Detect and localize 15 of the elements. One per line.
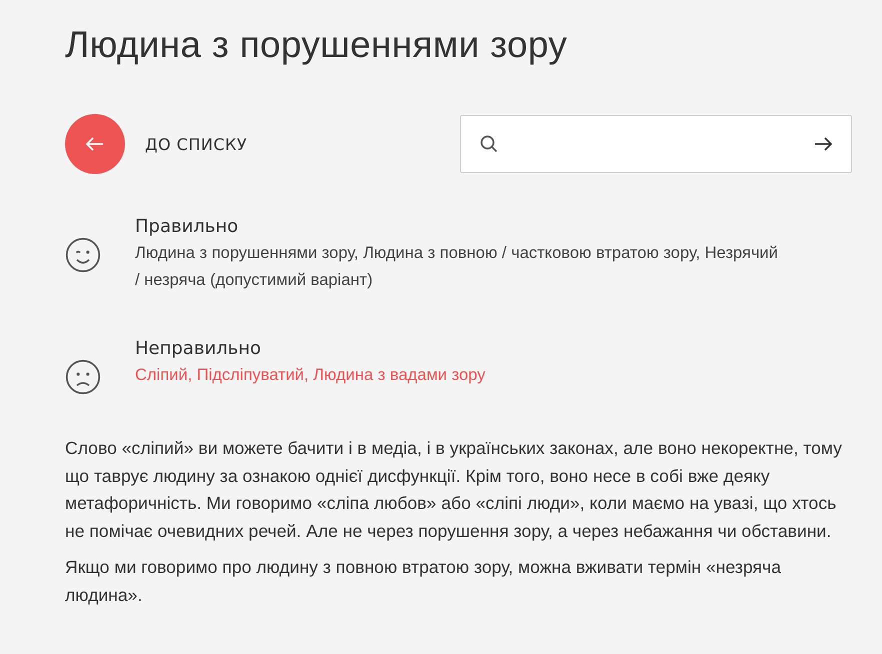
- smiling-face-icon: [65, 237, 101, 273]
- search-icon: [480, 135, 498, 153]
- paragraph: Слово «сліпий» ви можете бачити і в медіа, і в українських законах, але воно некоректне, тому що таврує людину за ознакою однієї дисфункції. Крім того, воно несе в собі вже деяку метафоричність. Ми говоримо «сліпа любов» або «сліпі люди», коли маємо на увазі, що хтось не помічає очевидних речей. Але не через порушення зору, а через небажання чи обставини.: [65, 437, 843, 543]
- usage-terms: Людина з порушеннями зору, Людина з повною / частковою втратою зору, Незрячий / незряча (допустимий варіант): [135, 243, 779, 291]
- paragraph: Якщо ми говоримо про людину з повною втратою зору, можна вживати термін «незряча людина».: [65, 556, 782, 606]
- submit-button[interactable]: [814, 137, 832, 151]
- arrow-left-icon: [86, 137, 104, 151]
- usage-heading: Правильно: [135, 215, 240, 239]
- search-field[interactable]: [460, 115, 852, 173]
- arrow-right-icon: [814, 137, 832, 151]
- usage-heading: Неправильно: [135, 337, 262, 361]
- usage-terms: Сліпий, Підсліпуватий, Людина з вадами зору: [135, 365, 486, 386]
- sad-face-icon: [65, 359, 101, 395]
- back-link[interactable]: ДО СПИСКУ: [145, 134, 248, 154]
- page-title: Людина з порушеннями зору: [65, 23, 568, 67]
